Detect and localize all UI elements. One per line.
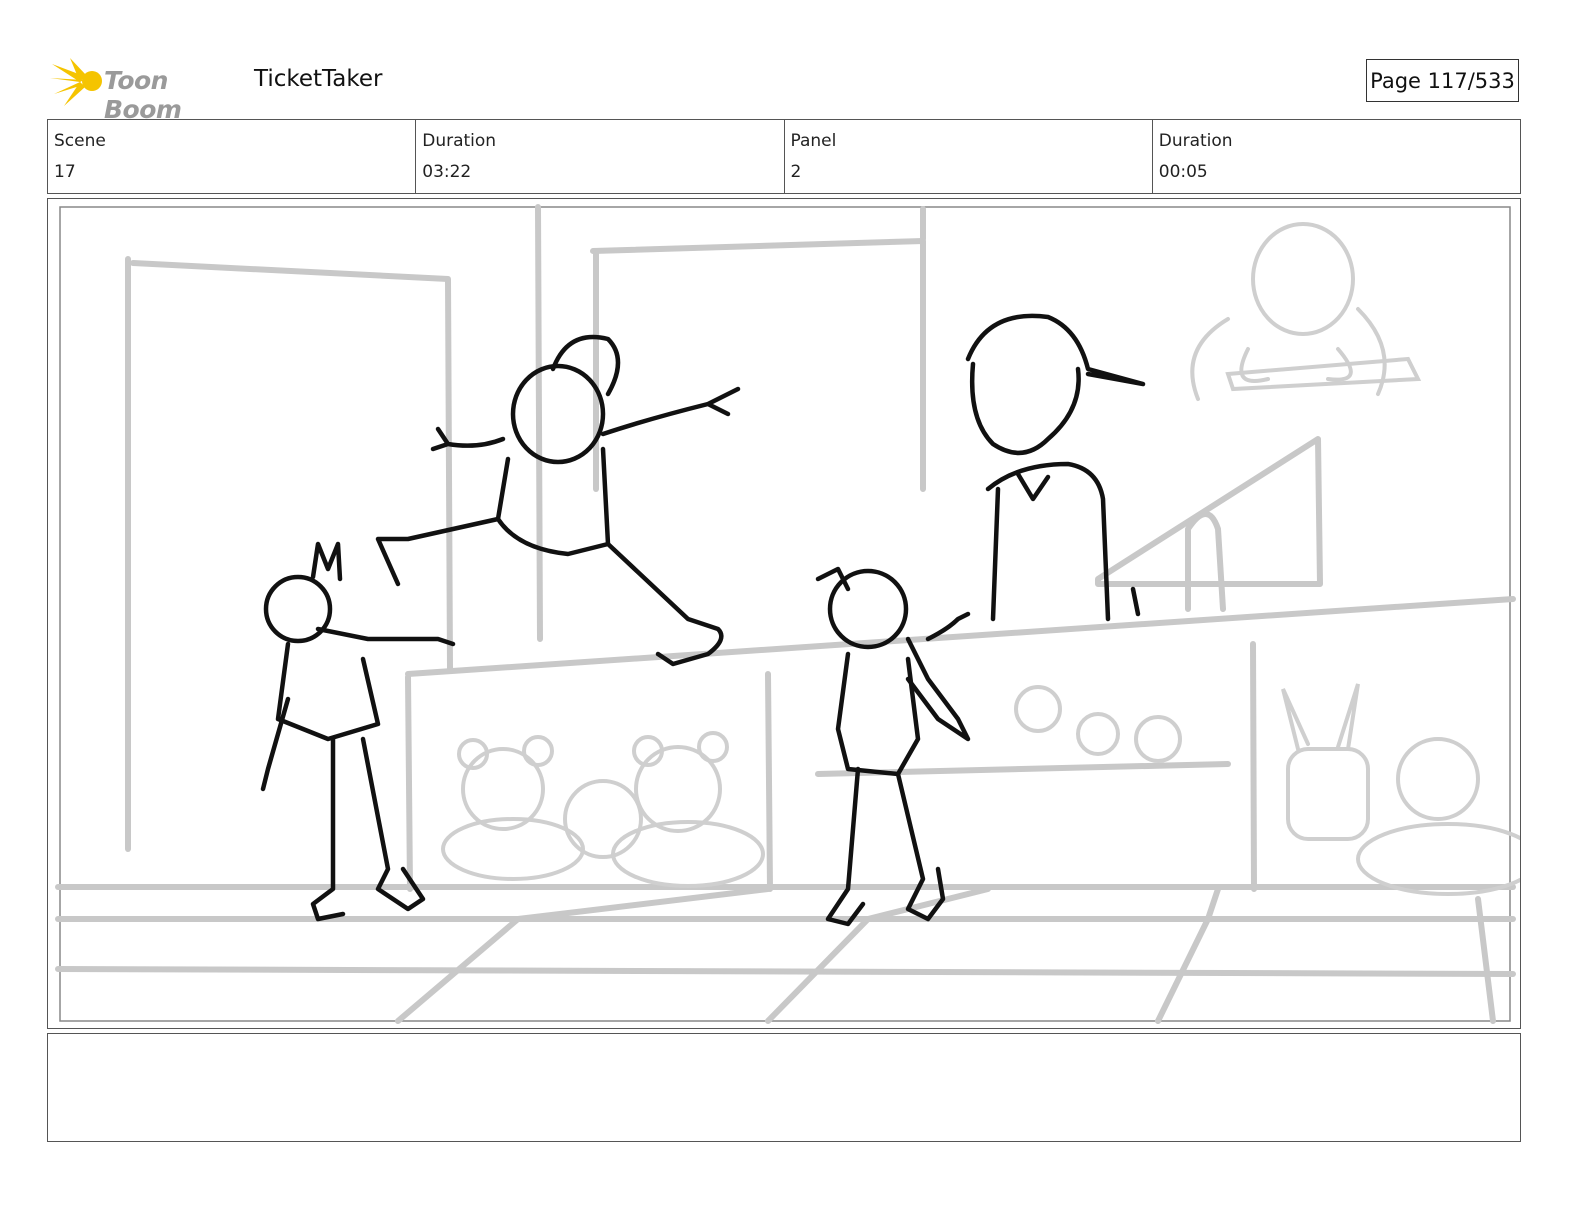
scene-value: 17	[54, 162, 76, 182]
scene-label: Scene	[54, 131, 106, 151]
sunburst-icon	[50, 58, 102, 106]
panel-label: Panel	[790, 131, 837, 151]
scene-duration-value: 03:22	[422, 162, 472, 182]
storyboard-panel	[47, 198, 1521, 1029]
logo-wordmark: Toon Boom	[104, 66, 182, 124]
page-number: Page 117/533	[1366, 59, 1519, 102]
panel-value: 2	[790, 162, 802, 182]
panel-notes	[47, 1033, 1521, 1142]
panel-cell: Panel 2	[785, 120, 1153, 193]
scene-info-table: Scene 17 Duration 03:22 Panel 2 Duration…	[47, 119, 1521, 194]
project-title: TicketTaker	[254, 66, 383, 92]
panel-duration-label: Duration	[1158, 131, 1233, 151]
panel-duration-value: 00:05	[1158, 162, 1208, 182]
scene-cell: Scene 17	[48, 120, 417, 193]
panel-duration-cell: Duration 00:05	[1153, 120, 1520, 193]
panel-sketch	[55, 204, 1520, 1024]
toon-boom-logo: Toon Boom	[50, 56, 240, 124]
scene-duration-cell: Duration 03:22	[416, 120, 785, 193]
scene-duration-label: Duration	[422, 131, 497, 151]
